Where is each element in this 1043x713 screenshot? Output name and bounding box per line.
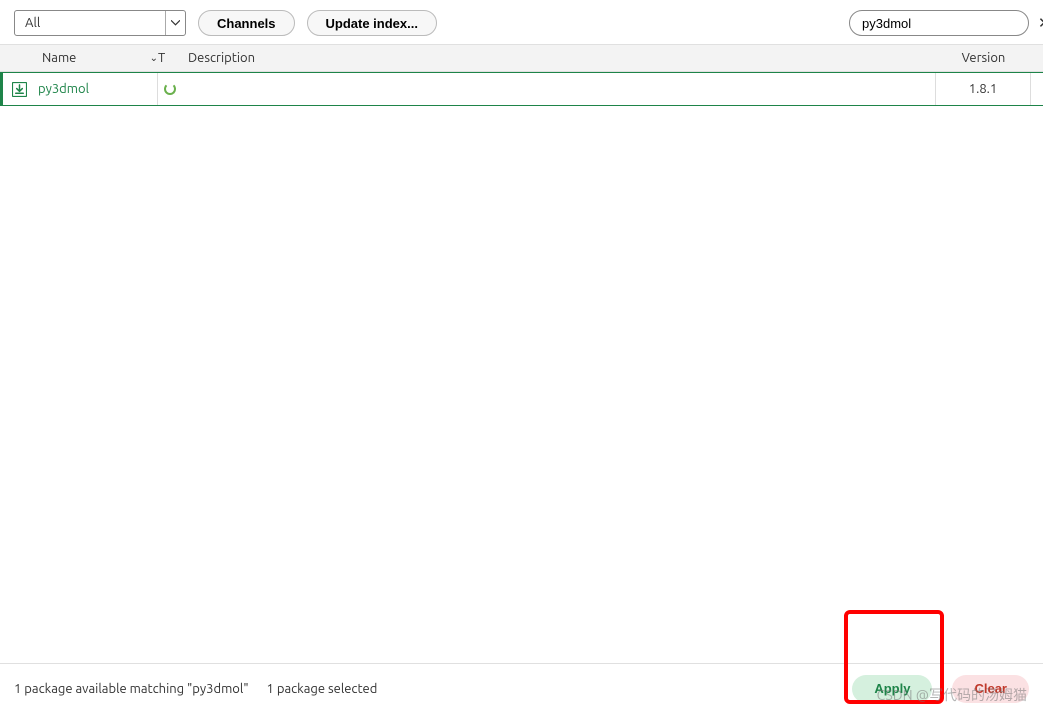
col-t-header[interactable]: T (158, 51, 186, 65)
col-description-label: Description (188, 51, 255, 65)
clear-button[interactable]: Clear (952, 675, 1029, 703)
cell-check[interactable] (3, 82, 36, 97)
col-name-label: Name (42, 51, 76, 65)
chevron-down-icon (165, 11, 185, 35)
cell-type (158, 83, 186, 95)
table-body: py3dmol 1.8.1 (0, 72, 1043, 106)
cell-name: py3dmol (36, 73, 158, 105)
update-index-button[interactable]: Update index... (307, 10, 437, 36)
channels-button-label: Channels (217, 16, 276, 31)
col-description-header[interactable]: Description (186, 51, 936, 65)
table-header: Name ⌄ T Description Version (0, 44, 1043, 72)
status-available: 1 package available matching "py3dmol" (14, 682, 249, 696)
package-version: 1.8.1 (969, 82, 997, 96)
col-name-header[interactable]: Name ⌄ (36, 51, 158, 65)
update-index-button-label: Update index... (326, 16, 418, 31)
loading-spinner-icon (164, 83, 176, 95)
filter-select[interactable]: All (14, 10, 186, 36)
status-selected: 1 package selected (267, 682, 378, 696)
col-version-header[interactable]: Version (936, 51, 1031, 65)
search-box: ✕ (849, 10, 1029, 36)
cell-description (186, 73, 936, 105)
toolbar: All Channels Update index... ✕ (0, 0, 1043, 44)
col-t-label: T (158, 51, 165, 65)
search-input[interactable] (862, 16, 1038, 31)
filter-select-value: All (15, 16, 165, 30)
cell-version: 1.8.1 (936, 73, 1031, 105)
footer: 1 package available matching "py3dmol" 1… (0, 663, 1043, 713)
footer-status: 1 package available matching "py3dmol" 1… (14, 682, 377, 696)
package-name: py3dmol (38, 82, 89, 96)
table-row[interactable]: py3dmol 1.8.1 (0, 72, 1043, 106)
col-version-label: Version (962, 51, 1006, 65)
clear-button-label: Clear (974, 681, 1007, 696)
close-icon[interactable]: ✕ (1038, 15, 1043, 31)
channels-button[interactable]: Channels (198, 10, 295, 36)
apply-button[interactable]: Apply (852, 675, 932, 703)
apply-button-label: Apply (874, 681, 910, 696)
download-icon (12, 82, 27, 97)
chevron-down-icon: ⌄ (150, 52, 158, 64)
